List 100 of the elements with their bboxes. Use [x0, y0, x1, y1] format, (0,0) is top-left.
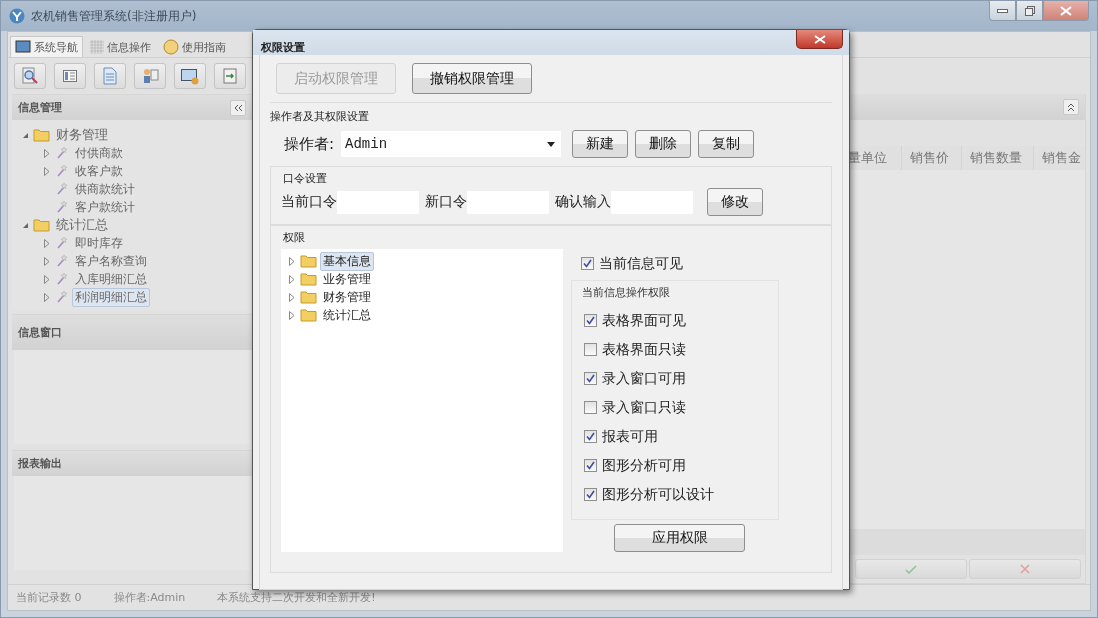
collapse-arrow-icon[interactable]: [21, 221, 29, 229]
wand-icon: [55, 146, 69, 160]
folder-icon: [300, 308, 317, 322]
checkbox-option[interactable]: 当前信息可见: [571, 249, 821, 278]
action-button[interactable]: 修改: [707, 188, 763, 216]
expand-arrow-icon[interactable]: [44, 256, 50, 266]
checkmark-icon: [586, 432, 595, 441]
grid-icon: [90, 40, 104, 54]
tab[interactable]: 系统导航: [10, 36, 83, 57]
app-logo-icon: [9, 8, 25, 24]
collapse-button[interactable]: [1063, 99, 1079, 115]
action-button[interactable]: 复制: [698, 130, 755, 158]
checkbox[interactable]: [584, 343, 597, 356]
checkbox[interactable]: [584, 430, 597, 443]
minimize-button[interactable]: [989, 1, 1016, 21]
document-icon: [102, 67, 118, 85]
tree-item[interactable]: 供商款统计: [72, 179, 138, 199]
folder-icon: [33, 128, 50, 142]
tree-item[interactable]: 客户款统计: [72, 197, 138, 217]
tree-item[interactable]: 入库明细汇总: [72, 269, 150, 289]
status-text: 操作者:Admin: [113, 590, 186, 605]
tree-item[interactable]: 付供商款: [72, 143, 126, 163]
section-title: 权限: [282, 230, 306, 245]
expand-arrow-icon[interactable]: [44, 274, 50, 284]
wand-icon: [55, 236, 69, 250]
checkmark-icon: [586, 374, 595, 383]
tree-item[interactable]: 基本信息: [320, 251, 374, 271]
section-title: 当前信息操作权限: [581, 285, 671, 301]
close-button[interactable]: [796, 30, 843, 49]
check-icon: [905, 564, 917, 574]
tree-item[interactable]: 统计汇总: [320, 305, 374, 325]
checkbox-option[interactable]: 报表可用: [576, 422, 774, 451]
checkmark-icon: [586, 490, 595, 499]
action-button[interactable]: 删除: [635, 130, 692, 158]
folder-icon: [300, 272, 317, 286]
toolbar-button[interactable]: [174, 63, 206, 89]
tab[interactable]: 使用指南: [158, 36, 231, 57]
checkmark-icon: [586, 316, 595, 325]
collapse-arrow-icon[interactable]: [21, 131, 29, 139]
double-chevron-left-icon: [233, 103, 243, 112]
folder-icon: [300, 290, 317, 304]
field-label: 新口令: [425, 193, 467, 211]
tab[interactable]: 信息操作: [85, 36, 156, 57]
wand-icon: [55, 290, 69, 304]
checkbox[interactable]: [584, 488, 597, 501]
dialog-title: 权限设置: [261, 40, 305, 55]
window-title: 农机销售管理系统(非注册用户): [31, 7, 197, 25]
tree-item[interactable]: 收客户款: [72, 161, 126, 181]
checkmark-icon: [583, 259, 592, 268]
checkbox-option[interactable]: 表格界面只读: [576, 335, 774, 364]
toolbar-button[interactable]: [134, 63, 166, 89]
folder-icon: [33, 218, 50, 232]
tree-item[interactable]: 财务管理: [320, 287, 374, 307]
tree-item[interactable]: 统计汇总: [53, 215, 111, 235]
restore-button[interactable]: [1016, 1, 1043, 21]
checkbox-option[interactable]: 图形分析可用: [576, 451, 774, 480]
checkbox-option[interactable]: 图形分析可以设计: [576, 480, 774, 509]
user-card-icon: [141, 67, 159, 85]
toolbar-button[interactable]: [14, 63, 46, 89]
double-chevron-up-icon: [1067, 102, 1075, 112]
form-icon: [62, 68, 78, 84]
field-label: 确认输入: [555, 193, 611, 211]
folder-icon: [300, 254, 317, 268]
section-title: 口令设置: [282, 171, 328, 186]
apply-button[interactable]: 应用权限: [614, 524, 745, 552]
checkbox[interactable]: [584, 401, 597, 414]
checkbox-option[interactable]: 表格界面可见: [576, 306, 774, 335]
magnifier-icon: [21, 67, 39, 85]
checkmark-icon: [586, 461, 595, 470]
expand-arrow-icon[interactable]: [44, 148, 50, 158]
expand-arrow-icon[interactable]: [44, 238, 50, 248]
operator-dropdown[interactable]: Admin: [341, 131, 562, 157]
panel-title: 报表输出: [18, 456, 62, 471]
checkbox[interactable]: [584, 459, 597, 472]
tree-item[interactable]: 业务管理: [320, 269, 374, 289]
tree-item[interactable]: 客户名称查询: [72, 251, 150, 271]
action-button[interactable]: 新建: [572, 130, 629, 158]
wand-icon: [55, 254, 69, 268]
tree-item[interactable]: 即时库存: [72, 233, 126, 253]
panel-title: 信息窗口: [18, 325, 62, 340]
field-label: 操作者:: [284, 134, 335, 154]
collapse-button[interactable]: [230, 99, 246, 116]
tree-item[interactable]: 财务管理: [53, 125, 111, 145]
checkbox[interactable]: [581, 257, 594, 270]
checkbox-option[interactable]: 录入窗口可用: [576, 364, 774, 393]
restore-icon: [1024, 5, 1035, 16]
expand-arrow-icon[interactable]: [44, 292, 50, 302]
expand-arrow-icon[interactable]: [44, 166, 50, 176]
monitor-icon: [15, 40, 31, 54]
wand-icon: [55, 182, 69, 196]
panel-title: 信息管理: [18, 100, 62, 115]
tree-item[interactable]: 利润明细汇总: [72, 287, 150, 307]
section-title: 操作者及其权限设置: [270, 109, 370, 124]
status-text: 本系统支持二次开发和全新开发!: [217, 590, 376, 605]
checkbox[interactable]: [584, 372, 597, 385]
action-button[interactable]: 撤销权限管理: [412, 63, 532, 94]
checkbox[interactable]: [584, 314, 597, 327]
toolbar-button[interactable]: [54, 63, 86, 89]
wand-icon: [55, 164, 69, 178]
checkbox-option[interactable]: 录入窗口只读: [576, 393, 774, 422]
